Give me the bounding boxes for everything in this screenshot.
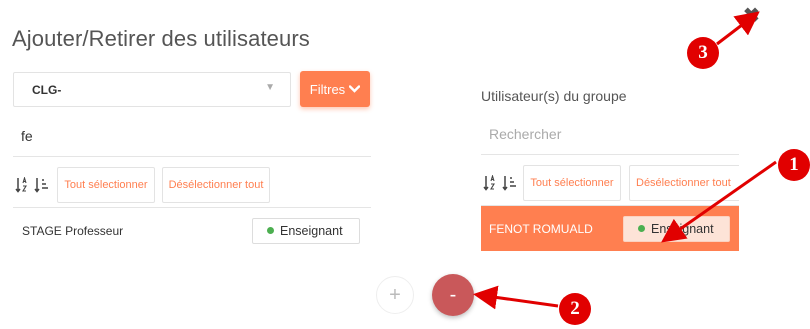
- add-user-button[interactable]: +: [376, 276, 414, 314]
- annotation-marker-2: 2: [559, 293, 591, 325]
- filters-label: Filtres: [309, 81, 346, 97]
- annotation-marker-1: 1: [778, 149, 810, 181]
- filters-button[interactable]: Filtres: [300, 71, 370, 107]
- status-dot-icon: [267, 227, 274, 234]
- group-users-title: Utilisateur(s) du groupe: [481, 88, 627, 104]
- sort-alpha-icon[interactable]: [483, 175, 499, 191]
- remove-user-button[interactable]: -: [432, 274, 474, 316]
- sort-amount-icon[interactable]: [502, 175, 518, 191]
- role-label: Enseignant: [280, 223, 343, 238]
- arrow-2: [473, 285, 559, 310]
- chevron-down-icon: [349, 85, 361, 93]
- chevron-down-icon: ▼: [265, 82, 275, 93]
- select-all-button-right[interactable]: Tout sélectionner: [523, 165, 621, 201]
- role-label: Enseignant: [651, 221, 714, 236]
- user-row-fenot-romuald[interactable]: FENOT ROMUALD Enseignant: [481, 206, 739, 251]
- dialog-title: Ajouter/Retirer des utilisateurs: [12, 26, 310, 51]
- annotation-marker-3: 3: [687, 37, 719, 69]
- select-all-button-left[interactable]: Tout sélectionner: [57, 167, 155, 203]
- user-name: STAGE Professeur: [22, 223, 124, 238]
- search-input-left[interactable]: [13, 115, 371, 157]
- status-dot-icon: [638, 225, 645, 232]
- toolbar-right: Tout sélectionner Désélectionner tout: [481, 160, 739, 206]
- sort-alpha-icon[interactable]: [15, 177, 31, 193]
- sort-amount-icon[interactable]: [34, 177, 50, 193]
- search-input-right[interactable]: [481, 113, 739, 155]
- deselect-all-button-left[interactable]: Désélectionner tout: [162, 167, 270, 203]
- user-name: FENOT ROMUALD: [489, 221, 593, 236]
- role-badge: Enseignant: [623, 215, 730, 242]
- close-icon[interactable]: ✖: [743, 4, 760, 28]
- toolbar-left: Tout sélectionner Désélectionner tout: [13, 162, 371, 208]
- select-value: CLG-: [32, 83, 62, 97]
- deselect-all-button-right[interactable]: Désélectionner tout: [629, 165, 739, 201]
- establishment-select[interactable]: CLG- ▼: [13, 72, 291, 107]
- user-row-stage-professeur[interactable]: STAGE Professeur Enseignant: [13, 208, 371, 253]
- role-badge: Enseignant: [252, 217, 360, 244]
